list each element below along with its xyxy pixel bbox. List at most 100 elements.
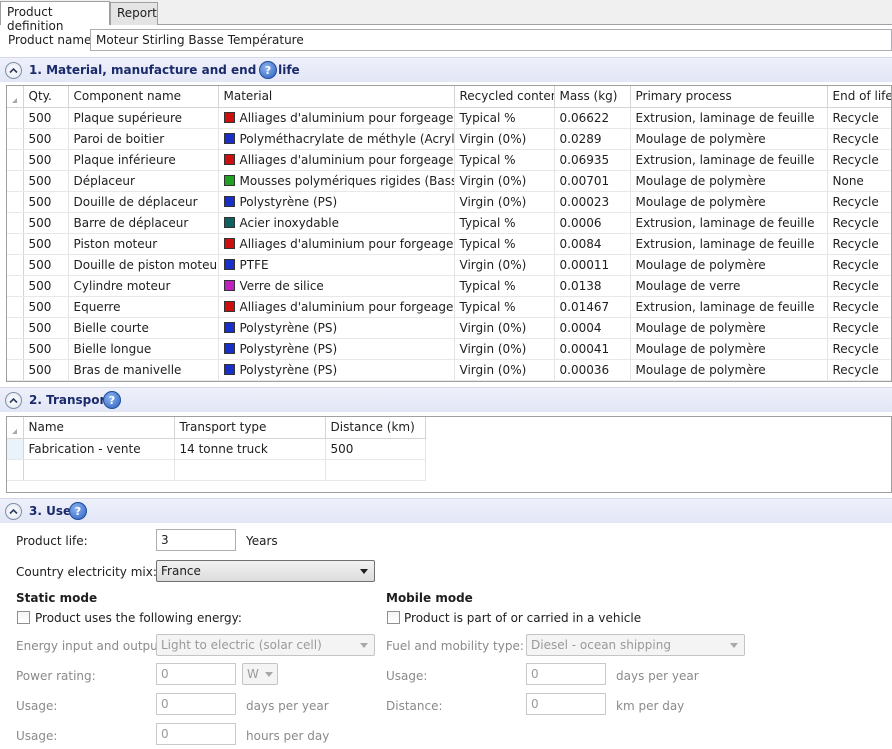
tab-product-definition[interactable]: Product definition bbox=[0, 1, 110, 33]
row-selector[interactable] bbox=[7, 170, 24, 192]
primary-process-cell[interactable]: Moulage de polymère bbox=[630, 359, 828, 381]
help-icon[interactable]: ? bbox=[103, 391, 121, 409]
table-row[interactable]: 500 Cylindre moteur Verre de silice Typical… bbox=[7, 275, 891, 297]
usage-days-input[interactable]: 0 bbox=[156, 693, 236, 715]
help-icon[interactable]: ? bbox=[259, 61, 277, 79]
row-selector[interactable] bbox=[7, 438, 24, 460]
usage-hours-input[interactable]: 0 bbox=[156, 723, 236, 745]
component-name-cell[interactable]: Plaque supérieure bbox=[68, 107, 219, 129]
mass-cell[interactable]: 0.00036 bbox=[554, 359, 631, 381]
new-row-cell[interactable] bbox=[325, 459, 426, 481]
row-selector[interactable] bbox=[7, 212, 24, 234]
end-of-life-cell[interactable]: Recycle bbox=[827, 338, 891, 360]
material-cell[interactable]: Alliages d'aluminium pour forgeage et la bbox=[218, 233, 455, 255]
primary-process-cell[interactable]: Moulage de polymère bbox=[630, 338, 828, 360]
collapse-transport-button[interactable] bbox=[5, 392, 22, 409]
end-of-life-cell[interactable]: Recycle bbox=[827, 107, 891, 129]
recycled-content-cell[interactable]: Typical % bbox=[454, 212, 555, 234]
recycled-content-cell[interactable]: Virgin (0%) bbox=[454, 338, 555, 360]
end-of-life-cell[interactable]: None bbox=[827, 170, 891, 192]
qty-cell[interactable]: 500 bbox=[23, 317, 69, 339]
component-name-cell[interactable]: Bielle courte bbox=[68, 317, 219, 339]
primary-process-cell[interactable]: Moulage de polymère bbox=[630, 128, 828, 150]
primary-process-cell[interactable]: Moulage de polymère bbox=[630, 317, 828, 339]
end-of-life-cell[interactable]: Recycle bbox=[827, 296, 891, 318]
recycled-content-cell[interactable]: Typical % bbox=[454, 296, 555, 318]
end-of-life-cell[interactable]: Recycle bbox=[827, 128, 891, 150]
column-header-distance[interactable]: Distance (km) bbox=[325, 417, 426, 439]
qty-cell[interactable]: 500 bbox=[23, 359, 69, 381]
material-cell[interactable]: Polyméthacrylate de méthyle (Acrylique, bbox=[218, 128, 455, 150]
collapse-use-button[interactable] bbox=[5, 503, 22, 520]
row-selector[interactable] bbox=[7, 317, 24, 339]
qty-cell[interactable]: 500 bbox=[23, 233, 69, 255]
column-header-transport-type[interactable]: Transport type bbox=[174, 417, 326, 439]
primary-process-cell[interactable]: Moulage de polymère bbox=[630, 254, 828, 276]
table-row[interactable]: 500 Bielle courte Polystyrène (PS) Virgin (… bbox=[7, 317, 891, 339]
row-selector[interactable] bbox=[7, 359, 24, 381]
mass-cell[interactable]: 0.0084 bbox=[554, 233, 631, 255]
mobile-vehicle-checkbox[interactable] bbox=[387, 611, 400, 624]
table-row[interactable]: 500 Piston moteur Alliages d'aluminium pou… bbox=[7, 233, 891, 255]
material-cell[interactable]: Alliages d'aluminium pour forgeage et la bbox=[218, 107, 455, 129]
qty-cell[interactable]: 500 bbox=[23, 254, 69, 276]
column-header-component[interactable]: Component name bbox=[68, 86, 219, 108]
component-name-cell[interactable]: Bielle longue bbox=[68, 338, 219, 360]
product-name-input[interactable]: Moteur Stirling Basse Température bbox=[90, 29, 892, 51]
row-selector[interactable] bbox=[7, 338, 24, 360]
table-row[interactable]: 500 Plaque supérieure Alliages d'aluminium… bbox=[7, 107, 891, 129]
recycled-content-cell[interactable]: Virgin (0%) bbox=[454, 359, 555, 381]
row-selector[interactable] bbox=[7, 275, 24, 297]
mass-cell[interactable]: 0.0006 bbox=[554, 212, 631, 234]
new-row-cell[interactable] bbox=[23, 459, 175, 481]
material-cell[interactable]: Alliages d'aluminium pour forgeage et la bbox=[218, 149, 455, 171]
table-row[interactable]: 500 Paroi de boitier Polyméthacrylate de m… bbox=[7, 128, 891, 150]
table-row[interactable]: 500 Plaque inférieure Alliages d'aluminium… bbox=[7, 149, 891, 171]
material-cell[interactable]: Polystyrène (PS) bbox=[218, 191, 455, 213]
mass-cell[interactable]: 0.00701 bbox=[554, 170, 631, 192]
qty-cell[interactable]: 500 bbox=[23, 128, 69, 150]
tab-report[interactable]: Report bbox=[110, 2, 158, 25]
power-rating-input[interactable]: 0 bbox=[156, 663, 236, 685]
qty-cell[interactable]: 500 bbox=[23, 212, 69, 234]
qty-cell[interactable]: 500 bbox=[23, 296, 69, 318]
recycled-content-cell[interactable]: Virgin (0%) bbox=[454, 170, 555, 192]
mass-cell[interactable]: 0.00023 bbox=[554, 191, 631, 213]
electricity-mix-select[interactable]: France bbox=[156, 560, 375, 582]
recycled-content-cell[interactable]: Typical % bbox=[454, 107, 555, 129]
new-row[interactable] bbox=[7, 459, 426, 481]
material-cell[interactable]: PTFE bbox=[218, 254, 455, 276]
transport-type-cell[interactable]: 14 tonne truck bbox=[174, 438, 326, 460]
table-row[interactable]: 500 Barre de déplaceur Acier inoxydable Typ… bbox=[7, 212, 891, 234]
material-cell[interactable]: Alliages d'aluminium pour forgeage et la bbox=[218, 296, 455, 318]
primary-process-cell[interactable]: Extrusion, laminage de feuille bbox=[630, 212, 828, 234]
mobile-distance-input[interactable]: 0 bbox=[526, 693, 606, 715]
row-selector[interactable] bbox=[7, 107, 24, 129]
mass-cell[interactable]: 0.0138 bbox=[554, 275, 631, 297]
row-selector[interactable] bbox=[7, 254, 24, 276]
primary-process-cell[interactable]: Moulage de polymère bbox=[630, 191, 828, 213]
component-name-cell[interactable]: Barre de déplaceur bbox=[68, 212, 219, 234]
material-cell[interactable]: Polystyrène (PS) bbox=[218, 317, 455, 339]
fuel-mobility-select[interactable]: Diesel - ocean shipping bbox=[526, 634, 745, 656]
row-selector[interactable] bbox=[7, 128, 24, 150]
recycled-content-cell[interactable]: Typical % bbox=[454, 275, 555, 297]
table-row[interactable]: 500 Déplaceur Mousses polymériques rigides… bbox=[7, 170, 891, 192]
table-row[interactable]: Fabrication - vente 14 tonne truck 500 bbox=[7, 438, 426, 460]
energy-io-select[interactable]: Light to electric (solar cell) bbox=[156, 634, 375, 656]
qty-cell[interactable]: 500 bbox=[23, 149, 69, 171]
component-name-cell[interactable]: Déplaceur bbox=[68, 170, 219, 192]
recycled-content-cell[interactable]: Typical % bbox=[454, 149, 555, 171]
end-of-life-cell[interactable]: Recycle bbox=[827, 254, 891, 276]
component-name-cell[interactable]: Equerre bbox=[68, 296, 219, 318]
column-header-recycled[interactable]: Recycled content bbox=[454, 86, 555, 108]
qty-cell[interactable]: 500 bbox=[23, 107, 69, 129]
primary-process-cell[interactable]: Extrusion, laminage de feuille bbox=[630, 233, 828, 255]
mass-cell[interactable]: 0.0289 bbox=[554, 128, 631, 150]
primary-process-cell[interactable]: Extrusion, laminage de feuille bbox=[630, 107, 828, 129]
recycled-content-cell[interactable]: Virgin (0%) bbox=[454, 317, 555, 339]
mass-cell[interactable]: 0.00041 bbox=[554, 338, 631, 360]
component-name-cell[interactable]: Cylindre moteur bbox=[68, 275, 219, 297]
recycled-content-cell[interactable]: Virgin (0%) bbox=[454, 191, 555, 213]
component-name-cell[interactable]: Douille de piston moteur bbox=[68, 254, 219, 276]
